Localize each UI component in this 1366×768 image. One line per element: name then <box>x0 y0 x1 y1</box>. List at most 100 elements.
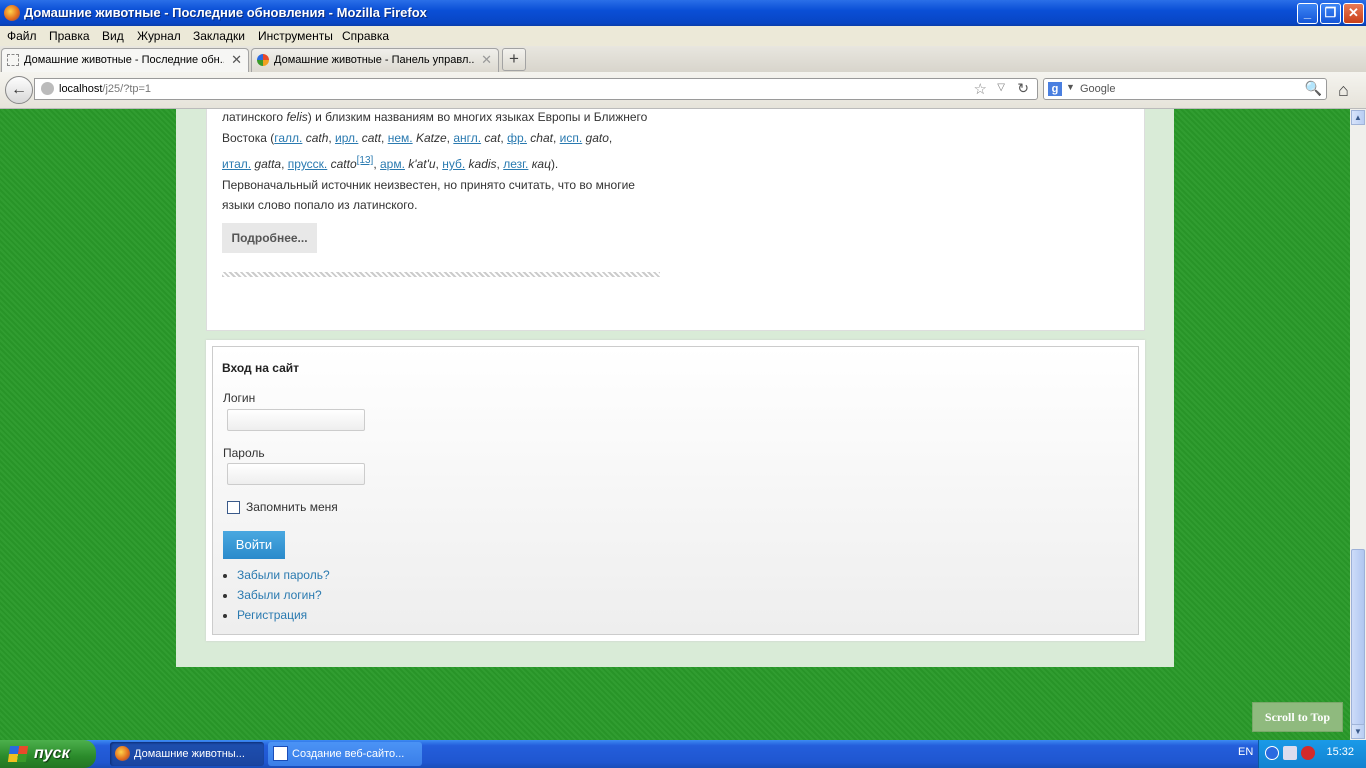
word: k'at'u <box>404 157 436 171</box>
search-engine-dropdown-icon[interactable]: ▼ <box>1066 82 1075 92</box>
remember-me-checkbox[interactable] <box>227 501 240 514</box>
menu-view[interactable]: Вид <box>102 29 124 43</box>
lang-link[interactable]: англ. <box>453 131 481 145</box>
reload-icon[interactable]: ↻ <box>1017 80 1029 97</box>
minimize-button[interactable]: _ <box>1297 3 1318 24</box>
bookmark-star-icon[interactable]: ☆ <box>974 80 987 98</box>
forgot-password-link[interactable]: Забыли пароль? <box>237 565 330 585</box>
url-host: localhost <box>59 83 103 95</box>
network-back-icon[interactable] <box>1265 746 1279 760</box>
menu-history[interactable]: Журнал <box>137 29 181 43</box>
menu-tools[interactable]: Инструменты <box>258 29 333 43</box>
text: латинского <box>222 110 287 124</box>
tab-close-icon[interactable]: ✕ <box>231 52 242 68</box>
read-more-button[interactable]: Подробнее... <box>222 223 317 253</box>
antivirus-icon[interactable] <box>1301 746 1315 760</box>
taskbar-item-label: Домашние животны... <box>134 748 245 760</box>
username-input[interactable] <box>227 409 365 431</box>
start-button[interactable]: пуск <box>0 740 96 768</box>
globe-icon <box>41 82 54 95</box>
firefox-icon <box>115 746 130 761</box>
tab-admin-panel[interactable]: Домашние животные - Панель управл... ✕ <box>251 48 499 72</box>
windows-logo-icon <box>7 746 29 762</box>
taskbar-item-firefox[interactable]: Домашние животны... <box>110 742 264 766</box>
lang-link[interactable]: исп. <box>560 131 583 145</box>
window-title-bar: Домашние животные - Последние обновления… <box>0 0 1366 26</box>
scroll-down-icon[interactable]: ▼ <box>1351 724 1365 739</box>
register-link[interactable]: Регистрация <box>237 605 330 625</box>
joomla-icon <box>257 54 269 66</box>
home-icon[interactable]: ⌂ <box>1338 80 1349 101</box>
login-heading: Вход на сайт <box>222 361 300 375</box>
menu-bar: Файл Правка Вид Журнал Закладки Инструме… <box>0 26 1366 46</box>
back-button[interactable]: ← <box>5 76 33 104</box>
word: кац <box>528 157 551 171</box>
menu-file[interactable]: Файл <box>7 29 37 43</box>
google-icon[interactable]: g <box>1048 82 1062 96</box>
lang-link[interactable]: лезг. <box>503 157 528 171</box>
menu-edit[interactable]: Правка <box>49 29 90 43</box>
reference-link[interactable]: [13] <box>357 155 374 166</box>
vertical-scrollbar[interactable]: ▲ ▼ <box>1350 109 1366 740</box>
window-title: Домашние животные - Последние обновления… <box>24 5 427 20</box>
lang-link[interactable]: прусск. <box>288 157 328 171</box>
login-module: Вход на сайт Логин Пароль Запомнить меня… <box>206 340 1145 641</box>
word: kadis <box>465 157 497 171</box>
new-tab-button[interactable]: + <box>502 48 526 71</box>
login-links: Забыли пароль? Забыли логин? Регистрация <box>213 565 330 625</box>
scrollbar-thumb[interactable] <box>1351 549 1365 725</box>
search-input[interactable]: Google <box>1080 83 1115 95</box>
url-text[interactable]: localhost/j25/?tp=1 <box>59 83 151 95</box>
username-label: Логин <box>223 391 256 405</box>
tab-label: Домашние животные - Последние обн... <box>24 54 224 66</box>
lang-link[interactable]: нем. <box>388 131 413 145</box>
word: cath <box>302 131 329 145</box>
search-bar[interactable]: g ▼ Google 🔍 <box>1043 78 1327 100</box>
article-card: латинского felis) и близким названиям во… <box>206 109 1145 331</box>
word: Katze <box>412 131 447 145</box>
login-form: Вход на сайт Логин Пароль Запомнить меня… <box>212 346 1139 635</box>
page-container: латинского felis) и близким названиям во… <box>176 109 1174 667</box>
tab-latest-updates[interactable]: Домашние животные - Последние обн... ✕ <box>1 48 249 72</box>
scroll-up-icon[interactable]: ▲ <box>1351 110 1365 125</box>
lang-link[interactable]: галл. <box>274 131 302 145</box>
search-icon[interactable]: 🔍 <box>1305 80 1322 97</box>
login-button[interactable]: Войти <box>223 531 285 559</box>
remember-me-label[interactable]: Запомнить меня <box>246 500 338 514</box>
article-line: итал. gatta, прусск. catto[13], арм. k'a… <box>222 155 559 171</box>
menu-bookmarks[interactable]: Закладки <box>193 29 245 43</box>
word: cat <box>481 131 501 145</box>
scroll-to-top-button[interactable]: Scroll to Top <box>1252 702 1343 732</box>
taskbar-item-word[interactable]: Создание веб-сайто... <box>268 742 422 766</box>
close-button[interactable]: ✕ <box>1343 3 1364 24</box>
lang-link[interactable]: нуб. <box>442 157 465 171</box>
navigation-bar: ← localhost/j25/?tp=1 ☆ ▽ ↻ g ▼ Google 🔍… <box>0 72 1366 109</box>
address-bar[interactable]: localhost/j25/?tp=1 ☆ ▽ ↻ <box>34 78 1038 100</box>
taskbar-item-label: Создание веб-сайто... <box>292 748 405 760</box>
menu-help[interactable]: Справка <box>342 29 389 43</box>
firefox-icon <box>4 5 20 21</box>
windows-taskbar: пуск Домашние животны... Создание веб-са… <box>0 740 1366 768</box>
lang-link[interactable]: фр. <box>507 131 527 145</box>
history-dropdown-icon[interactable]: ▽ <box>997 82 1005 93</box>
word: catto <box>327 157 357 171</box>
article-line: Первоначальный источник неизвестен, но п… <box>222 178 635 192</box>
maximize-button[interactable]: ❐ <box>1320 3 1341 24</box>
tab-close-icon[interactable]: ✕ <box>481 52 492 68</box>
start-label: пуск <box>34 745 70 762</box>
text: ) и близким названиям во многих языках Е… <box>307 110 648 124</box>
article-line: языки слово попало из латинского. <box>222 198 418 212</box>
text: Востока ( <box>222 131 275 145</box>
word: catt <box>358 131 382 145</box>
lang-link[interactable]: ирл. <box>335 131 358 145</box>
forgot-username-link[interactable]: Забыли логин? <box>237 585 330 605</box>
password-input[interactable] <box>227 463 365 485</box>
lang-link[interactable]: итал. <box>222 157 251 171</box>
word-document-icon <box>273 746 288 761</box>
text: felis <box>286 110 308 124</box>
lang-link[interactable]: арм. <box>380 157 405 171</box>
network-icon[interactable] <box>1283 746 1297 760</box>
password-label: Пароль <box>223 446 265 460</box>
article-divider <box>222 272 660 277</box>
language-indicator[interactable]: EN <box>1238 746 1253 758</box>
